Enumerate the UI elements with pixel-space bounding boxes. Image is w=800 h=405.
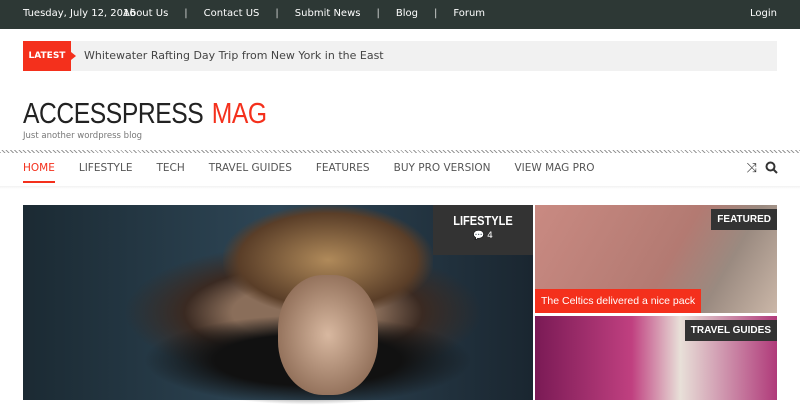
top-bar: Tuesday, July 12, 2016 About Us | Contact… xyxy=(0,0,800,29)
category-badge[interactable]: TRAVEL GUIDES xyxy=(684,320,777,341)
comment-count: 4 xyxy=(487,231,493,241)
nav-icons: ⤨ xyxy=(747,161,778,178)
login-link[interactable]: Login xyxy=(750,8,777,19)
category-label[interactable]: LIFESTYLE xyxy=(441,213,526,228)
site-logo[interactable]: ACCESSPRESS MAG xyxy=(23,98,267,131)
top-links: About Us | Contact US | Submit News | Blog |… xyxy=(123,8,485,19)
divider: | xyxy=(376,8,380,19)
site-name-accent: MAG xyxy=(211,98,267,130)
featured-main-post[interactable]: LIFESTYLE 💬 4 xyxy=(23,205,533,405)
link-about-us[interactable]: About Us xyxy=(123,8,168,19)
post-image-face xyxy=(278,275,378,395)
ticker-label: LATEST xyxy=(23,41,76,71)
post-title[interactable]: The Celtics delivered a nice pack xyxy=(535,289,702,313)
current-date: Tuesday, July 12, 2016 xyxy=(23,8,136,19)
search-icon[interactable] xyxy=(765,161,778,178)
shuffle-icon[interactable]: ⤨ xyxy=(747,161,757,178)
featured-post-bottom-right[interactable]: TRAVEL GUIDES xyxy=(535,316,777,400)
nav-features[interactable]: FEATURES xyxy=(316,162,370,183)
nav-view-mag-pro[interactable]: VIEW MAG PRO xyxy=(514,162,594,183)
category-badge[interactable]: FEATURED xyxy=(711,209,777,230)
comment-icon: 💬 xyxy=(473,231,485,241)
nav-lifestyle[interactable]: LIFESTYLE xyxy=(79,162,133,183)
nav-tech[interactable]: TECH xyxy=(156,162,184,183)
link-forum[interactable]: Forum xyxy=(453,8,485,19)
divider: | xyxy=(433,8,438,19)
divider: | xyxy=(184,8,188,19)
site-name: ACCESSPRESS xyxy=(23,98,204,130)
divider: | xyxy=(275,8,279,19)
news-ticker: LATEST Whitewater Rafting Day Trip from … xyxy=(23,41,777,71)
link-blog[interactable]: Blog xyxy=(396,8,418,19)
nav-buy-pro[interactable]: BUY PRO VERSION xyxy=(394,162,491,183)
nav-travel-guides[interactable]: TRAVEL GUIDES xyxy=(209,162,292,183)
link-contact-us[interactable]: Contact US xyxy=(204,8,260,19)
featured-post-top-right[interactable]: FEATURED The Celtics delivered a nice pa… xyxy=(535,205,777,313)
nav-home[interactable]: HOME xyxy=(23,162,55,183)
category-box: LIFESTYLE 💬 4 xyxy=(433,205,533,255)
ticker-headline[interactable]: Whitewater Rafting Day Trip from New Yor… xyxy=(84,49,384,62)
divider xyxy=(0,150,800,153)
site-tagline: Just another wordpress blog xyxy=(23,131,143,141)
link-submit-news[interactable]: Submit News xyxy=(295,8,361,19)
main-nav: HOME LIFESTYLE TECH TRAVEL GUIDES FEATUR… xyxy=(23,162,619,183)
nav-shadow xyxy=(0,186,800,189)
